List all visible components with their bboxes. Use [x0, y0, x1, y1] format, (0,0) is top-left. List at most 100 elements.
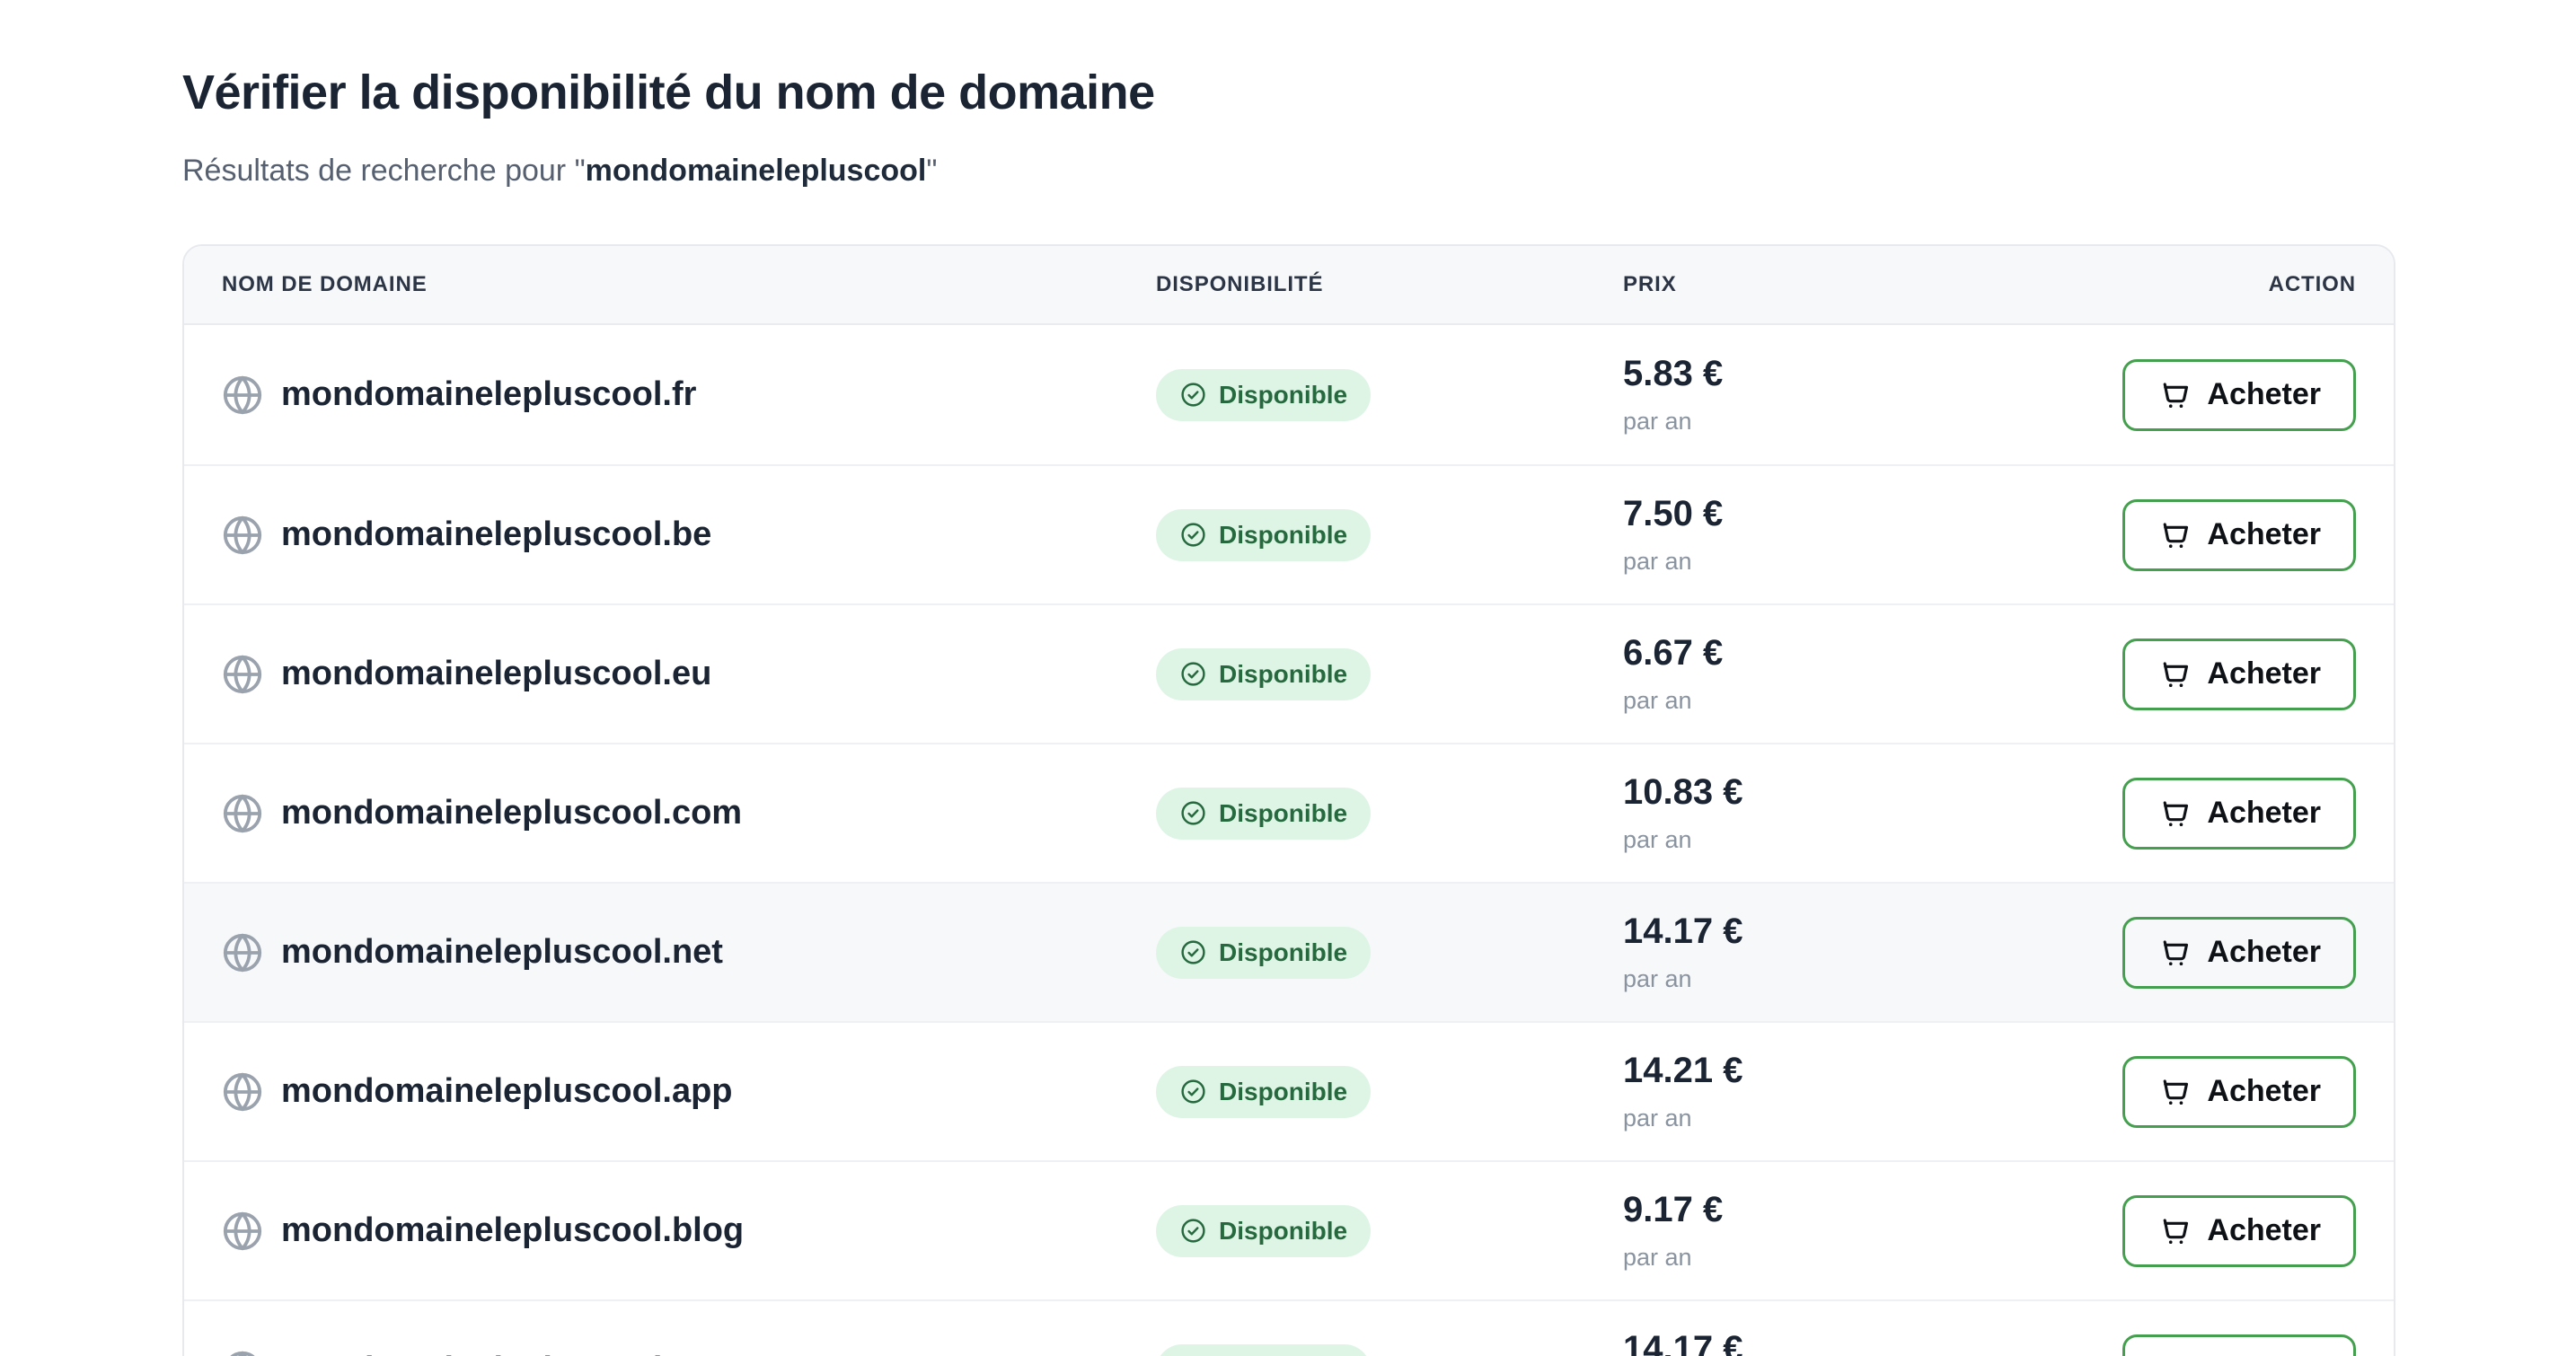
globe-icon — [222, 515, 263, 556]
availability-label: Disponible — [1219, 938, 1347, 967]
availability-label: Disponible — [1219, 1078, 1347, 1106]
action-cell: Acheter — [2122, 359, 2356, 431]
price-cell: 6.67 € par an — [1623, 633, 2122, 715]
table-body: mondomainelepluscool.fr Disponible 5.83 … — [184, 325, 2394, 1356]
availability-cell: Disponible — [1156, 1066, 1623, 1118]
availability-cell: Disponible — [1156, 509, 1623, 561]
shopping-cart-icon — [2157, 378, 2192, 412]
domain-name: mondomainelepluscool.org — [281, 1351, 727, 1356]
search-term: mondomainelepluscool — [586, 154, 927, 188]
column-header-availability: DISPONIBILITÉ — [1156, 272, 1623, 297]
shopping-cart-icon — [2157, 657, 2192, 691]
globe-icon — [222, 654, 263, 695]
buy-button-label: Acheter — [2207, 1213, 2321, 1248]
price-period: par an — [1623, 408, 2122, 436]
buy-button-label: Acheter — [2207, 1352, 2321, 1356]
buy-button[interactable]: Acheter — [2122, 359, 2356, 431]
shopping-cart-icon — [2157, 1353, 2192, 1356]
price-value: 14.17 € — [1623, 1329, 2122, 1356]
subtitle-prefix: Résultats de recherche pour " — [182, 154, 586, 188]
domain-search-results-page: Vérifier la disponibilité du nom de doma… — [182, 0, 2395, 1356]
price-value: 14.17 € — [1623, 911, 2122, 952]
domain-cell: mondomainelepluscool.fr — [222, 374, 1156, 416]
domain-cell: mondomainelepluscool.org — [222, 1350, 1156, 1356]
table-row: mondomainelepluscool.fr Disponible 5.83 … — [184, 325, 2394, 464]
buy-button-label: Acheter — [2207, 377, 2321, 412]
availability-cell: Disponible — [1156, 369, 1623, 421]
table-header-row: NOM DE DOMAINE DISPONIBILITÉ PRIX ACTION — [184, 246, 2394, 325]
buy-button[interactable]: Acheter — [2122, 1195, 2356, 1267]
buy-button[interactable]: Acheter — [2122, 499, 2356, 571]
check-circle-icon — [1179, 799, 1207, 827]
domain-name: mondomainelepluscool.net — [281, 933, 723, 972]
action-cell: Acheter — [2122, 778, 2356, 850]
availability-label: Disponible — [1219, 381, 1347, 409]
price-period: par an — [1623, 687, 2122, 715]
buy-button[interactable]: Acheter — [2122, 1056, 2356, 1128]
domain-results-table: NOM DE DOMAINE DISPONIBILITÉ PRIX ACTION… — [182, 244, 2395, 1356]
action-cell: Acheter — [2122, 1056, 2356, 1128]
column-header-price: PRIX — [1623, 272, 2269, 297]
table-row: mondomainelepluscool.app Disponible 14.2… — [184, 1021, 2394, 1160]
buy-button[interactable]: Acheter — [2122, 778, 2356, 850]
globe-icon — [222, 1071, 263, 1113]
price-value: 10.83 € — [1623, 772, 2122, 813]
price-cell: 5.83 € par an — [1623, 354, 2122, 436]
domain-cell: mondomainelepluscool.com — [222, 793, 1156, 834]
price-cell: 14.17 € par an — [1623, 911, 2122, 993]
domain-cell: mondomainelepluscool.net — [222, 932, 1156, 973]
buy-button-label: Acheter — [2207, 796, 2321, 831]
price-cell: 14.21 € par an — [1623, 1051, 2122, 1132]
buy-button[interactable]: Acheter — [2122, 917, 2356, 989]
domain-cell: mondomainelepluscool.app — [222, 1071, 1156, 1113]
shopping-cart-icon — [2157, 518, 2192, 552]
price-period: par an — [1623, 1105, 2122, 1132]
availability-label: Disponible — [1219, 521, 1347, 550]
price-period: par an — [1623, 826, 2122, 854]
availability-badge: Disponible — [1156, 1205, 1371, 1257]
globe-icon — [222, 1350, 263, 1356]
price-value: 6.67 € — [1623, 633, 2122, 674]
domain-name: mondomainelepluscool.app — [281, 1072, 733, 1111]
table-row: mondomainelepluscool.net Disponible 14.1… — [184, 882, 2394, 1021]
check-circle-icon — [1179, 1217, 1207, 1245]
availability-badge: Disponible — [1156, 788, 1371, 840]
availability-label: Disponible — [1219, 660, 1347, 689]
check-circle-icon — [1179, 1078, 1207, 1105]
availability-badge: Disponible — [1156, 1344, 1371, 1356]
price-cell: 9.17 € par an — [1623, 1190, 2122, 1272]
search-results-subtitle: Résultats de recherche pour "mondomainel… — [182, 151, 2395, 190]
buy-button-label: Acheter — [2207, 935, 2321, 970]
table-row: mondomainelepluscool.com Disponible 10.8… — [184, 743, 2394, 882]
domain-name: mondomainelepluscool.fr — [281, 375, 696, 414]
price-period: par an — [1623, 965, 2122, 993]
subtitle-suffix: " — [926, 154, 937, 188]
column-header-action: ACTION — [2269, 272, 2356, 297]
domain-cell: mondomainelepluscool.blog — [222, 1211, 1156, 1252]
action-cell: Acheter — [2122, 499, 2356, 571]
price-value: 5.83 € — [1623, 354, 2122, 394]
buy-button-label: Acheter — [2207, 1074, 2321, 1109]
availability-label: Disponible — [1219, 1217, 1347, 1246]
buy-button[interactable]: Acheter — [2122, 1334, 2356, 1356]
shopping-cart-icon — [2157, 1214, 2192, 1248]
availability-badge: Disponible — [1156, 1066, 1371, 1118]
domain-name: mondomainelepluscool.com — [281, 794, 742, 832]
check-circle-icon — [1179, 938, 1207, 966]
availability-badge: Disponible — [1156, 509, 1371, 561]
domain-cell: mondomainelepluscool.be — [222, 515, 1156, 556]
price-value: 9.17 € — [1623, 1190, 2122, 1230]
price-cell: 10.83 € par an — [1623, 772, 2122, 854]
check-circle-icon — [1179, 381, 1207, 409]
action-cell: Acheter — [2122, 638, 2356, 710]
action-cell: Acheter — [2122, 1334, 2356, 1356]
table-row: mondomainelepluscool.blog Disponible 9.1… — [184, 1160, 2394, 1299]
price-cell: 14.17 € par an — [1623, 1329, 2122, 1356]
price-value: 7.50 € — [1623, 494, 2122, 534]
buy-button-label: Acheter — [2207, 656, 2321, 691]
table-row: mondomainelepluscool.org Disponible 14.1… — [184, 1299, 2394, 1356]
availability-cell: Disponible — [1156, 1205, 1623, 1257]
globe-icon — [222, 932, 263, 973]
buy-button-label: Acheter — [2207, 517, 2321, 552]
buy-button[interactable]: Acheter — [2122, 638, 2356, 710]
